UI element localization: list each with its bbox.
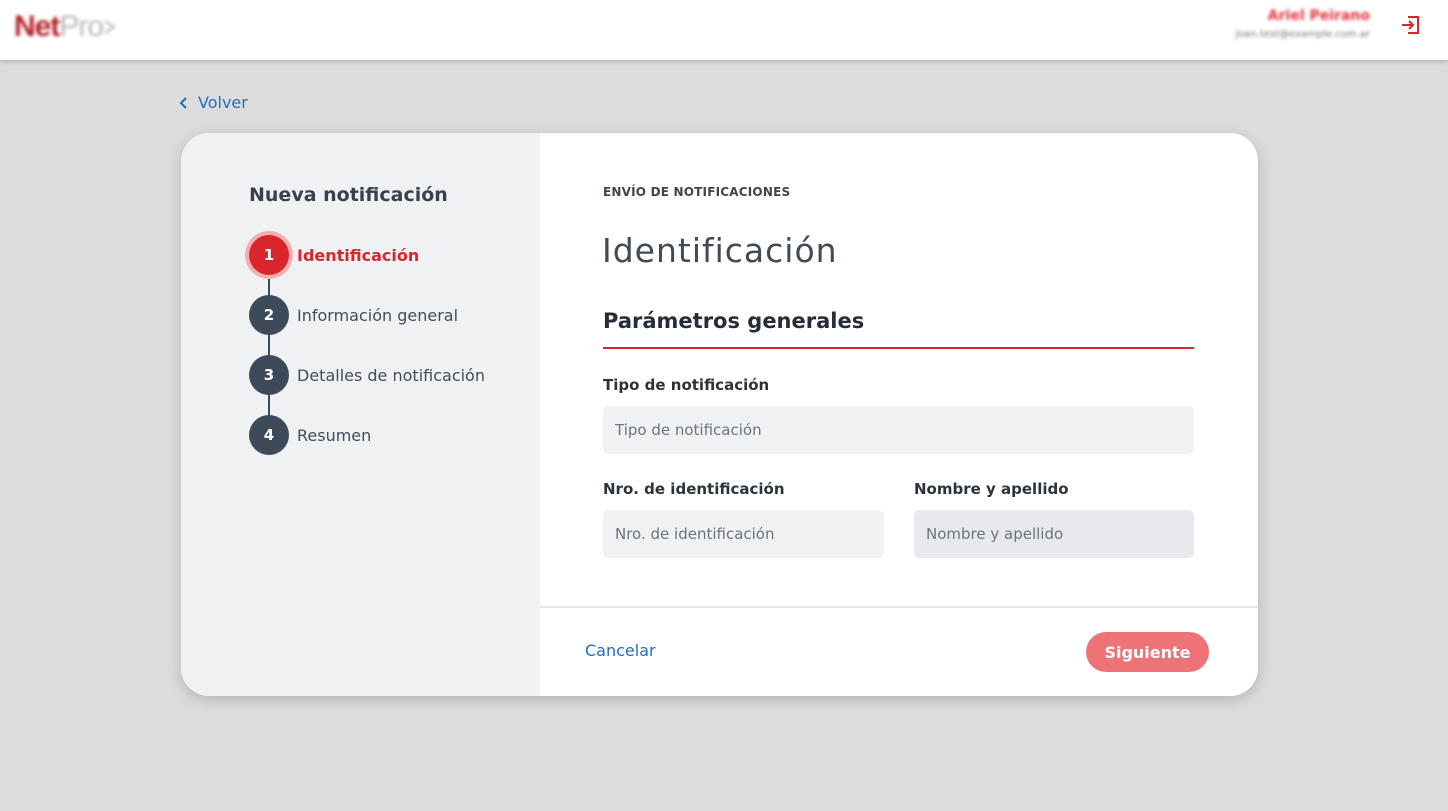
logout-button[interactable] [1400,14,1422,36]
footer-divider [540,606,1258,608]
back-link-label: Volver [198,93,248,112]
back-link[interactable]: Volver [179,93,248,112]
page-title: Identificación [602,231,838,270]
step-number: 2 [249,295,289,335]
user-info: Ariel Peirano joan.test@example.com.ar [1235,8,1370,40]
step-number: 3 [249,355,289,395]
nombre-apellido-label: Nombre y apellido [914,480,1069,498]
step-resumen[interactable]: 4 Resumen [249,415,371,455]
user-email: joan.test@example.com.ar [1235,29,1370,40]
tipo-notificacion-label: Tipo de notificación [603,376,770,394]
step-label: Información general [297,305,459,325]
next-button[interactable]: Siguiente [1086,632,1209,672]
wizard-sidebar: Nueva notificación 1 Identificación 2 In… [181,133,540,696]
stepper-connector [268,255,270,435]
section-eyebrow: ENVÍO DE NOTIFICACIONES [603,185,791,199]
step-identificacion[interactable]: 1 Identificación [249,235,419,275]
logout-icon [1402,16,1419,34]
top-bar: Net Pro Ariel Peirano joan.test@example.c… [0,0,1448,60]
tipo-notificacion-input[interactable] [603,406,1194,454]
logo-net-text: Net [14,10,60,43]
chevron-left-icon [179,96,187,109]
logo-arrow-icon [104,20,116,34]
step-informacion-general[interactable]: 2 Información general [249,295,458,335]
step-number: 1 [249,235,289,275]
step-number: 4 [249,415,289,455]
section-title: Parámetros generales [603,309,865,333]
wizard-card: Nueva notificación 1 Identificación 2 In… [181,133,1258,696]
nro-identificacion-label: Nro. de identificación [603,480,785,498]
section-divider [603,347,1194,349]
wizard-content: ENVÍO DE NOTIFICACIONES Identificación P… [540,133,1258,696]
step-label: Identificación [297,245,420,265]
cancel-button[interactable]: Cancelar [585,641,656,660]
nombre-apellido-input[interactable] [914,510,1194,558]
user-name: Ariel Peirano [1267,8,1370,24]
app-logo[interactable]: Net Pro [14,10,117,44]
step-label: Resumen [297,425,372,445]
sidebar-title: Nueva notificación [249,184,448,206]
step-detalles-notificacion[interactable]: 3 Detalles de notificación [249,355,485,395]
nro-identificacion-input[interactable] [603,510,884,558]
logo-pro-text: Pro [59,10,104,43]
step-label: Detalles de notificación [297,365,485,385]
